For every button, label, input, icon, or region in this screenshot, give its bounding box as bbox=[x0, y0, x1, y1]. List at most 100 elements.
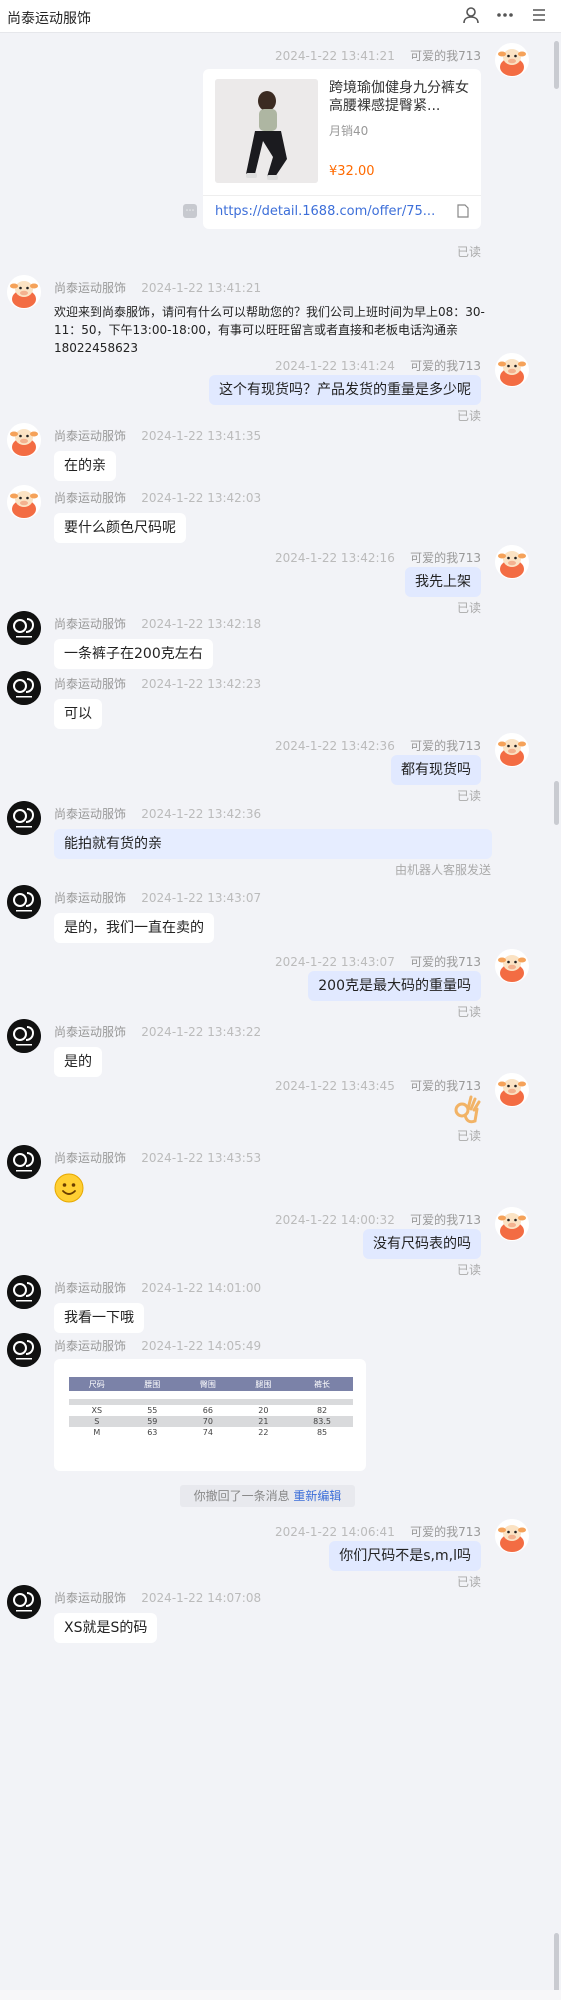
message-meta: 2024-1-22 13:43:07 可爱的我713 bbox=[275, 953, 481, 970]
message-bubble: 200克是最大码的重量吗 bbox=[308, 971, 481, 1001]
size-table-cell: 20 bbox=[258, 1406, 269, 1415]
avatar[interactable] bbox=[495, 949, 529, 983]
welcome-message: 欢迎来到尚泰服饰，请问有什么可以帮助您的？我们公司上班时间为早上08：30-11… bbox=[54, 305, 485, 355]
message-time: 2024-1-22 14:00:32 bbox=[275, 1213, 395, 1227]
size-table-cell: M bbox=[93, 1428, 101, 1437]
message-meta: 尚泰运动服饰 2024-1-22 14:05:49 bbox=[54, 1337, 261, 1354]
sender-name: 尚泰运动服饰 bbox=[54, 1281, 127, 1295]
product-link[interactable]: https://detail.1688.com/offer/75... bbox=[203, 195, 481, 229]
avatar[interactable] bbox=[7, 885, 41, 919]
message-meta: 2024-1-22 13:43:45 可爱的我713 bbox=[275, 1077, 481, 1094]
avatar[interactable] bbox=[7, 801, 41, 835]
product-card[interactable]: 跨境瑜伽健身九分裤女高腰裸感提臀紧... 月销40 ¥32.00 https://de… bbox=[203, 69, 481, 229]
size-table-cell: 22 bbox=[258, 1428, 269, 1437]
message-bubble: 没有尺码表的吗 bbox=[363, 1229, 481, 1259]
read-receipt: 已读 bbox=[456, 789, 481, 803]
user-icon[interactable] bbox=[461, 6, 481, 26]
scrollbar-thumb-top[interactable] bbox=[554, 41, 559, 89]
size-table-cell: 85 bbox=[316, 1428, 328, 1437]
size-table-row: XS 55 66 20 82 bbox=[69, 1405, 353, 1416]
message-list[interactable]: 2024-1-22 13:41:21 可爱的我713 跨境瑜伽健身九分裤女高腰裸感… bbox=[0, 33, 561, 2000]
message-meta: 尚泰运动服饰 2024-1-22 13:42:18 bbox=[54, 615, 261, 632]
size-table-cell: 82 bbox=[316, 1406, 328, 1415]
message-time: 2024-1-22 13:43:22 bbox=[141, 1025, 262, 1039]
avatar[interactable] bbox=[7, 1275, 41, 1309]
avatar[interactable] bbox=[495, 1519, 529, 1553]
scrollbar-thumb-bottom[interactable] bbox=[554, 1933, 559, 1993]
size-table-cell: 59 bbox=[124, 1416, 181, 1427]
avatar[interactable] bbox=[7, 275, 41, 309]
sender-name: 可爱的我713 bbox=[410, 359, 481, 373]
chat-header: 尚泰运动服饰 bbox=[0, 0, 561, 33]
message-bubble: 能拍就有货的亲 bbox=[54, 829, 492, 859]
size-table-header: 腿围 bbox=[235, 1377, 292, 1391]
message-bubble: 在的亲 bbox=[54, 451, 116, 481]
message-time: 2024-1-22 13:43:45 bbox=[275, 1079, 395, 1093]
sender-name: 尚泰运动服饰 bbox=[54, 1591, 127, 1605]
avatar[interactable] bbox=[495, 1207, 529, 1241]
size-table-cell: 55 bbox=[147, 1406, 158, 1415]
message-time: 2024-1-22 14:01:00 bbox=[141, 1281, 262, 1295]
read-receipt: 已读 bbox=[456, 409, 481, 423]
sender-name: 尚泰运动服饰 bbox=[54, 617, 127, 631]
sender-name: 尚泰运动服饰 bbox=[54, 1151, 127, 1165]
avatar[interactable] bbox=[495, 1073, 529, 1107]
avatar[interactable] bbox=[7, 485, 41, 519]
more-options-icon[interactable]: ⋯ bbox=[183, 204, 197, 218]
avatar[interactable] bbox=[7, 1585, 41, 1619]
size-table-cell: 21 bbox=[235, 1416, 292, 1427]
reedit-link[interactable]: 重新编辑 bbox=[293, 1489, 341, 1503]
size-table-cell: 74 bbox=[202, 1428, 213, 1437]
message-time: 2024-1-22 13:42:18 bbox=[141, 617, 262, 631]
message-meta: 尚泰运动服饰 2024-1-22 13:42:36 bbox=[54, 805, 261, 822]
size-chart-image[interactable]: 尺码 腰围 臀围 腿围 裤长 XS 55 66 20 82 S 59 70 21 83.5 M 63 74 22 85 bbox=[54, 1359, 366, 1471]
message-bubble: 要什么颜色尺码呢 bbox=[54, 513, 186, 543]
size-table-header: 尺码 bbox=[69, 1377, 125, 1391]
sender-name: 可爱的我713 bbox=[410, 1079, 481, 1093]
message-time: 2024-1-22 13:41:35 bbox=[141, 429, 262, 443]
message-time: 2024-1-22 13:42:03 bbox=[141, 491, 262, 505]
sender-name: 尚泰运动服饰 bbox=[54, 1339, 127, 1353]
avatar[interactable] bbox=[495, 43, 529, 77]
sender-name: 尚泰运动服饰 bbox=[54, 1025, 127, 1039]
avatar[interactable] bbox=[7, 423, 41, 457]
product-image[interactable] bbox=[215, 79, 318, 183]
chat-title: 尚泰运动服饰 bbox=[7, 11, 91, 27]
message-meta: 尚泰运动服饰 2024-1-22 13:42:03 bbox=[54, 489, 261, 506]
avatar[interactable] bbox=[7, 611, 41, 645]
avatar[interactable] bbox=[7, 671, 41, 705]
avatar[interactable] bbox=[495, 353, 529, 387]
input-toolbar bbox=[0, 1990, 561, 2000]
product-sales: 月销40 bbox=[329, 124, 369, 138]
more-icon[interactable] bbox=[495, 6, 515, 26]
sender-name: 尚泰运动服饰 bbox=[54, 281, 127, 295]
avatar[interactable] bbox=[495, 733, 529, 767]
message-bubble: 这个有现货吗？产品发货的重量是多少呢 bbox=[209, 375, 481, 405]
message-bubble: 我看一下哦 bbox=[54, 1303, 144, 1333]
message-meta: 尚泰运动服饰 2024-1-22 13:43:07 bbox=[54, 889, 261, 906]
avatar[interactable] bbox=[7, 1145, 41, 1179]
sender-name: 尚泰运动服饰 bbox=[54, 429, 127, 443]
message-time: 2024-1-22 13:42:36 bbox=[275, 739, 395, 753]
scrollbar-thumb-mid[interactable] bbox=[554, 781, 559, 825]
menu-icon[interactable] bbox=[529, 6, 549, 26]
message-time: 2024-1-22 13:43:07 bbox=[141, 891, 262, 905]
sender-name: 尚泰运动服饰 bbox=[54, 891, 127, 905]
size-table-row: S 59 70 21 83.5 bbox=[69, 1416, 353, 1427]
product-price: ¥32.00 bbox=[329, 164, 375, 179]
avatar[interactable] bbox=[7, 1333, 41, 1367]
message-meta: 尚泰运动服饰 2024-1-22 14:07:08 bbox=[54, 1589, 261, 1606]
product-title[interactable]: 跨境瑜伽健身九分裤女高腰裸感提臀紧... bbox=[329, 79, 471, 115]
size-table-row: M 63 74 22 85 bbox=[69, 1427, 353, 1438]
message-meta: 尚泰运动服饰 2024-1-22 13:41:21 bbox=[54, 279, 261, 296]
sender-name: 可爱的我713 bbox=[410, 1525, 481, 1539]
copy-icon[interactable] bbox=[457, 204, 469, 222]
message-meta: 尚泰运动服饰 2024-1-22 13:42:23 bbox=[54, 675, 261, 692]
message-time: 2024-1-22 14:06:41 bbox=[275, 1525, 395, 1539]
size-table-header: 裤长 bbox=[291, 1377, 353, 1391]
avatar[interactable] bbox=[495, 545, 529, 579]
message-meta: 2024-1-22 13:41:21 可爱的我713 bbox=[275, 47, 481, 64]
avatar[interactable] bbox=[7, 1019, 41, 1053]
sender-name: 可爱的我713 bbox=[410, 739, 481, 753]
sender-name: 可爱的我713 bbox=[410, 49, 481, 63]
